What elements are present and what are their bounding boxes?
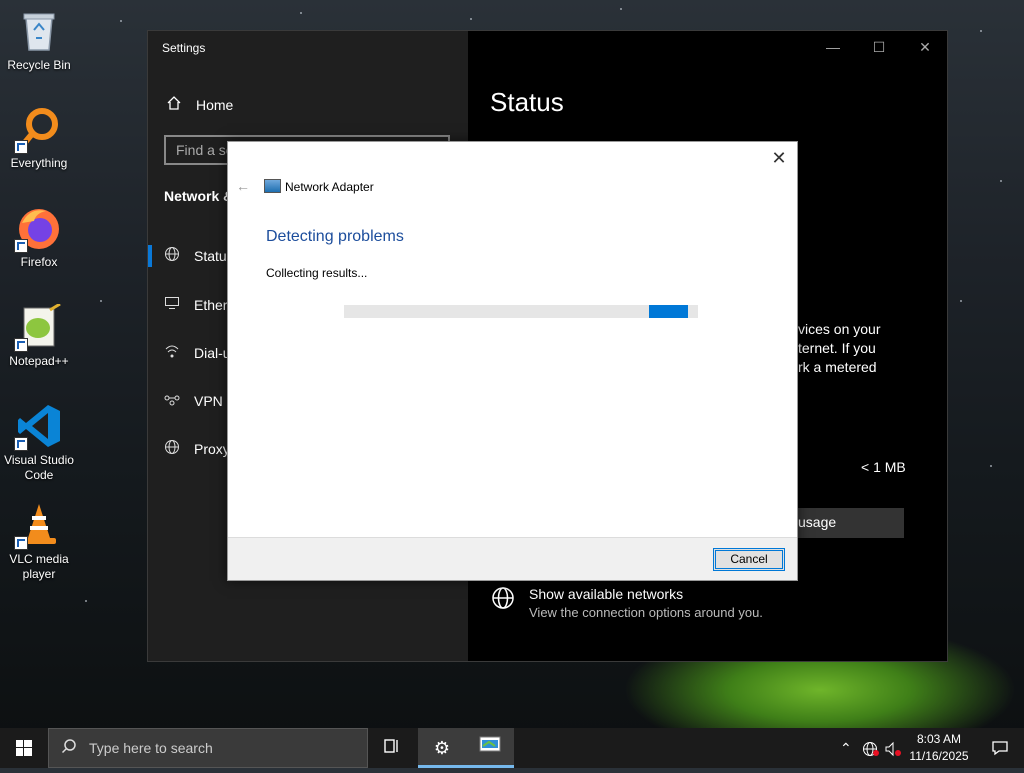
dialog-title: Network Adapter (285, 180, 374, 194)
ethernet-monitor-icon (164, 295, 180, 314)
globe-icon (164, 439, 180, 458)
nav-item-dialup[interactable]: Dial-u (164, 343, 231, 362)
taskbar: Type here to search ⚙ ⌃ 8:03 AM 11/16/20… (0, 728, 1024, 768)
recycle-bin-icon (16, 8, 62, 54)
desktop-icon-label: Recycle Bin (7, 58, 71, 72)
chevron-up-icon[interactable]: ⌃ (840, 728, 852, 768)
desktop-icon-notepad-plus-plus[interactable]: Notepad++ (2, 302, 76, 369)
dialog-footer: Cancel (228, 537, 797, 580)
taskbar-search-input[interactable]: Type here to search (48, 728, 368, 768)
shortcut-arrow-icon (14, 140, 28, 154)
task-view-icon (384, 739, 398, 753)
nav-home-label: Home (196, 96, 234, 113)
nav-item-vpn[interactable]: VPN (164, 391, 223, 410)
desktop-icon-label: Notepad++ (9, 354, 69, 368)
desktop-icon-vscode[interactable]: Visual Studio Code (2, 403, 76, 483)
data-usage-button[interactable]: usage (794, 508, 904, 538)
dialog-close-icon[interactable]: ✕ (769, 148, 789, 168)
system-clock[interactable]: 8:03 AM 11/16/2025 (904, 731, 974, 765)
taskbar-network-troubleshooter-button[interactable] (466, 728, 514, 768)
notification-center-icon[interactable] (980, 728, 1020, 768)
desktop-icon-everything[interactable]: Everything (2, 106, 76, 171)
dialup-icon (164, 343, 180, 362)
desktop-icon-label: VLC media player (9, 552, 69, 581)
nav-item-label: Statu (194, 247, 227, 264)
task-view-button[interactable] (368, 728, 416, 768)
vlc-cone-icon (14, 502, 62, 550)
home-icon (166, 95, 182, 114)
shortcut-arrow-icon (14, 437, 28, 451)
dialog-status: Collecting results... (266, 266, 368, 280)
nav-item-ethernet[interactable]: Ether (164, 295, 227, 314)
search-icon (49, 738, 89, 759)
network-adapter-dialog: ✕ ← Network Adapter Detecting problems C… (227, 141, 798, 581)
gear-icon: ⚙ (433, 738, 451, 758)
progress-marquee-fill (649, 305, 688, 318)
clock-time: 8:03 AM (916, 732, 962, 746)
clock-date: 11/16/2025 (909, 749, 969, 763)
nav-item-label: Ether (194, 296, 228, 313)
section-title: Network & (164, 188, 234, 204)
progress-bar (344, 305, 698, 318)
active-indicator (148, 245, 152, 267)
nav-home[interactable]: Home (166, 95, 233, 114)
show-available-networks-link[interactable]: Show available networks View the connect… (491, 586, 763, 620)
start-button[interactable] (0, 728, 48, 768)
close-icon[interactable]: ✕ (902, 35, 948, 59)
volume-muted-icon[interactable] (884, 728, 902, 768)
show-networks-desc: View the connection options around you. (529, 605, 763, 620)
dialog-heading: Detecting problems (266, 228, 404, 245)
network-status-icon[interactable] (862, 728, 880, 768)
globe-icon (491, 586, 515, 620)
shortcut-arrow-icon (14, 239, 28, 253)
nav-item-status[interactable]: Statu (164, 246, 227, 265)
body-text-line: ternet. If you (798, 340, 876, 356)
network-adapter-icon (264, 179, 281, 193)
desktop-icon-recycle-bin[interactable]: Recycle Bin (2, 8, 76, 73)
shortcut-arrow-icon (14, 338, 28, 352)
nav-item-label: VPN (194, 392, 223, 409)
data-usage-value: < 1 MB (861, 459, 906, 475)
windows-logo-icon (16, 740, 32, 756)
show-networks-title: Show available networks (529, 586, 684, 602)
desktop-icon-label: Visual Studio Code (4, 453, 74, 482)
notepad-plus-plus-icon (14, 302, 62, 352)
page-title: Status (490, 87, 564, 117)
window-title: Settings (162, 41, 206, 55)
desktop-icon-firefox[interactable]: Firefox (2, 205, 76, 270)
globe-icon (164, 246, 180, 265)
vpn-icon (164, 391, 180, 410)
desktop-icon-label: Firefox (20, 255, 58, 269)
search-magnifier-icon (14, 106, 62, 154)
minimize-icon[interactable]: — (810, 35, 856, 59)
maximize-icon[interactable]: ☐ (856, 35, 902, 59)
desktop-icon-vlc[interactable]: VLC media player (2, 502, 76, 582)
back-arrow-icon[interactable]: ← (236, 178, 250, 194)
shortcut-arrow-icon (14, 536, 28, 550)
cancel-button[interactable]: Cancel (713, 548, 785, 571)
body-text-line: vices on your (798, 321, 881, 337)
network-adapter-icon (479, 736, 501, 752)
taskbar-search-placeholder: Type here to search (89, 740, 213, 756)
vscode-icon (14, 403, 62, 451)
nav-item-label: Dial-u (194, 344, 231, 361)
taskbar-settings-button[interactable]: ⚙ (418, 728, 466, 768)
body-text-line: rk a metered (798, 359, 877, 375)
nav-item-proxy[interactable]: Proxy (164, 439, 230, 458)
firefox-icon (14, 205, 62, 253)
nav-item-label: Proxy (194, 440, 230, 457)
desktop-icon-label: Everything (10, 156, 68, 170)
